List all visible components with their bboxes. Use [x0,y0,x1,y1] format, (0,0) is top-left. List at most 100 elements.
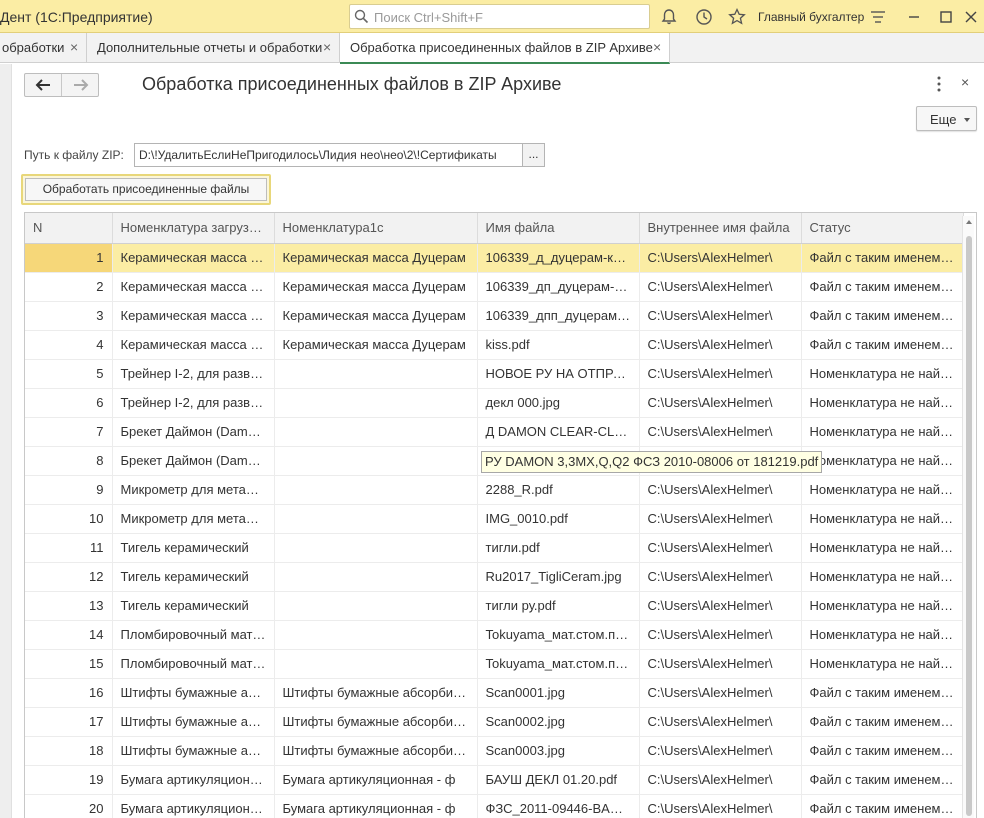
cell-n[interactable]: 19 [25,765,113,795]
cell-status[interactable]: Номенклатура не найдена [801,359,964,389]
cell-nomenclature-load[interactable]: Тигель керамический [112,591,275,621]
cell-internal-file-name[interactable]: C:\Users\AlexHelmer\ [639,388,802,418]
table-row[interactable]: 13 Тигель керамический тигли ру.pdf C:\User… [25,591,964,621]
cell-nomenclature-1c[interactable] [274,591,478,621]
cell-file-name[interactable]: kiss.pdf [477,330,640,360]
search-input[interactable] [372,8,642,26]
cell-nomenclature-1c[interactable]: Штифты бумажные абсорбирующие [274,707,478,737]
cell-nomenclature-load[interactable]: Микрометр для металла [112,504,275,534]
cell-n[interactable]: 18 [25,736,113,766]
cell-nomenclature-load[interactable]: Керамическая масса Дуцерам [112,272,275,302]
vertical-scrollbar[interactable] [962,216,974,818]
cell-nomenclature-1c[interactable]: Керамическая масса Дуцерам [274,243,478,273]
user-name[interactable]: Главный бухгалтер [758,10,864,24]
column-header-file-name[interactable]: Имя файла [477,213,640,244]
cell-nomenclature-load[interactable]: Штифты бумажные абсорбирующие [112,736,275,766]
cell-status[interactable]: Файл с таким именем уже есть [801,243,964,273]
cell-file-name[interactable]: тигли ру.pdf [477,591,640,621]
cell-nomenclature-1c[interactable]: Бумага артикуляционная - ф [274,765,478,795]
tab-zip-processing[interactable]: Обработка присоединенных файлов в ZIP Ар… [340,33,670,64]
cell-nomenclature-load[interactable]: Тигель керамический [112,562,275,592]
cell-file-name[interactable]: Scan0001.jpg [477,678,640,708]
table-row[interactable]: 3Керамическая масса ДуцерамКерамическая … [25,301,964,331]
cell-n[interactable]: 3 [25,301,113,331]
cell-n[interactable]: 14 [25,620,113,650]
cell-status[interactable]: Номенклатура не найдена [801,504,964,534]
cell-internal-file-name[interactable]: C:\Users\AlexHelmer\ [639,591,802,621]
column-header-status[interactable]: Статус [801,213,964,244]
cell-n[interactable]: 6 [25,388,113,418]
history-icon[interactable] [694,7,714,27]
column-header-nomenclature-load[interactable]: Номенклатура загрузить [112,213,275,244]
cell-file-name[interactable]: БАУШ ДЕКЛ 01.20.pdf [477,765,640,795]
cell-file-name[interactable]: НОВОЕ РУ НА ОТПРАВКУ [477,359,640,389]
cell-file-name[interactable]: Tokuyama_мат.стом.пломб [477,620,640,650]
cell-n[interactable]: 17 [25,707,113,737]
forward-button[interactable] [62,74,99,96]
cell-nomenclature-load[interactable]: Штифты бумажные абсорбирующие [112,707,275,737]
cell-internal-file-name[interactable]: C:\Users\AlexHelmer\ [639,533,802,563]
cell-status[interactable]: Номенклатура не найдена [801,533,964,563]
cell-n[interactable]: 20 [25,794,113,818]
table-row[interactable]: 10 Микрометр для металла IMG_0010.pdf C:\Us… [25,504,964,534]
cell-internal-file-name[interactable]: C:\Users\AlexHelmer\ [639,359,802,389]
cell-nomenclature-load[interactable]: Трейнер I-2, для развития [112,388,275,418]
more-button[interactable]: Еще [916,106,977,131]
cell-status[interactable]: Номенклатура не найдена [801,446,964,476]
cell-nomenclature-1c[interactable] [274,562,478,592]
cell-nomenclature-load[interactable]: Бумага артикуляционная [112,765,275,795]
cell-file-name[interactable]: декл 000.jpg [477,388,640,418]
table-row[interactable]: 16Штифты бумажные абсорбирующиеШтифты бу… [25,678,964,708]
cell-n[interactable]: 12 [25,562,113,592]
bell-icon[interactable] [659,7,679,27]
cell-nomenclature-load[interactable]: Брекет Даймон (Damon) [112,446,275,476]
cell-nomenclature-load[interactable]: Керамическая масса Дуцерам [112,330,275,360]
cell-n[interactable]: 2 [25,272,113,302]
cell-internal-file-name[interactable]: C:\Users\AlexHelmer\ [639,504,802,534]
table-row[interactable]: 1Керамическая масса ДуцерамКерамическая … [25,243,964,273]
cell-internal-file-name[interactable]: C:\Users\AlexHelmer\ [639,475,802,505]
cell-nomenclature-1c[interactable]: Керамическая масса Дуцерам [274,272,478,302]
cell-internal-file-name[interactable]: C:\Users\AlexHelmer\ [639,765,802,795]
cell-internal-file-name[interactable]: C:\Users\AlexHelmer\ [639,272,802,302]
cell-n[interactable]: 16 [25,678,113,708]
cell-internal-file-name[interactable]: C:\Users\AlexHelmer\ [639,678,802,708]
cell-internal-file-name[interactable]: C:\Users\AlexHelmer\ [639,649,802,679]
cell-internal-file-name[interactable]: C:\Users\AlexHelmer\ [639,562,802,592]
cell-internal-file-name[interactable]: C:\Users\AlexHelmer\ [639,620,802,650]
cell-nomenclature-load[interactable]: Брекет Даймон (Damon) [112,417,275,447]
cell-nomenclature-1c[interactable] [274,417,478,447]
cell-n[interactable]: 9 [25,475,113,505]
cell-file-name[interactable]: Scan0002.jpg [477,707,640,737]
star-icon[interactable] [727,7,747,27]
cell-n[interactable]: 11 [25,533,113,563]
cell-nomenclature-1c[interactable] [274,649,478,679]
cell-status[interactable]: Файл с таким именем уже есть [801,678,964,708]
cell-file-name[interactable]: Ru2017_TigliCeram.jpg [477,562,640,592]
cell-internal-file-name[interactable]: C:\Users\AlexHelmer\ [639,417,802,447]
close-window-icon[interactable] [960,6,982,28]
cell-nomenclature-1c[interactable]: Бумага артикуляционная - ф [274,794,478,818]
close-tab-icon[interactable]: × [323,39,331,55]
cell-nomenclature-1c[interactable] [274,359,478,389]
tab-processing[interactable]: обработки × [0,33,87,63]
close-tab-icon[interactable]: × [70,39,78,55]
cell-internal-file-name[interactable]: C:\Users\AlexHelmer\ [639,330,802,360]
close-form-icon[interactable]: × [961,74,969,90]
tab-additional-reports[interactable]: Дополнительные отчеты и обработки × [87,33,340,63]
cell-status[interactable]: Номенклатура не найдена [801,475,964,505]
cell-status[interactable]: Номенклатура не найдена [801,417,964,447]
table-row[interactable]: 12 Тигель керамический Ru2017_TigliCeram.j… [25,562,964,592]
table-row[interactable]: 14 Пломбировочный материал Tokuyama_мат.ст… [25,620,964,650]
cell-status[interactable]: Файл с таким именем уже есть [801,301,964,331]
cell-nomenclature-1c[interactable]: Керамическая масса Дуцерам [274,301,478,331]
column-header-nomenclature-1c[interactable]: Номенклатура1с [274,213,478,244]
cell-status[interactable]: Номенклатура не найдена [801,620,964,650]
cell-nomenclature-load[interactable]: Микрометр для металла [112,475,275,505]
scroll-thumb[interactable] [966,236,972,816]
cell-file-name[interactable]: Tokuyama_мат.стом.пломб [477,649,640,679]
cell-status[interactable]: Номенклатура не найдена [801,562,964,592]
cell-status[interactable]: Номенклатура не найдена [801,388,964,418]
column-header-n[interactable]: N [25,213,113,244]
cell-n[interactable]: 13 [25,591,113,621]
